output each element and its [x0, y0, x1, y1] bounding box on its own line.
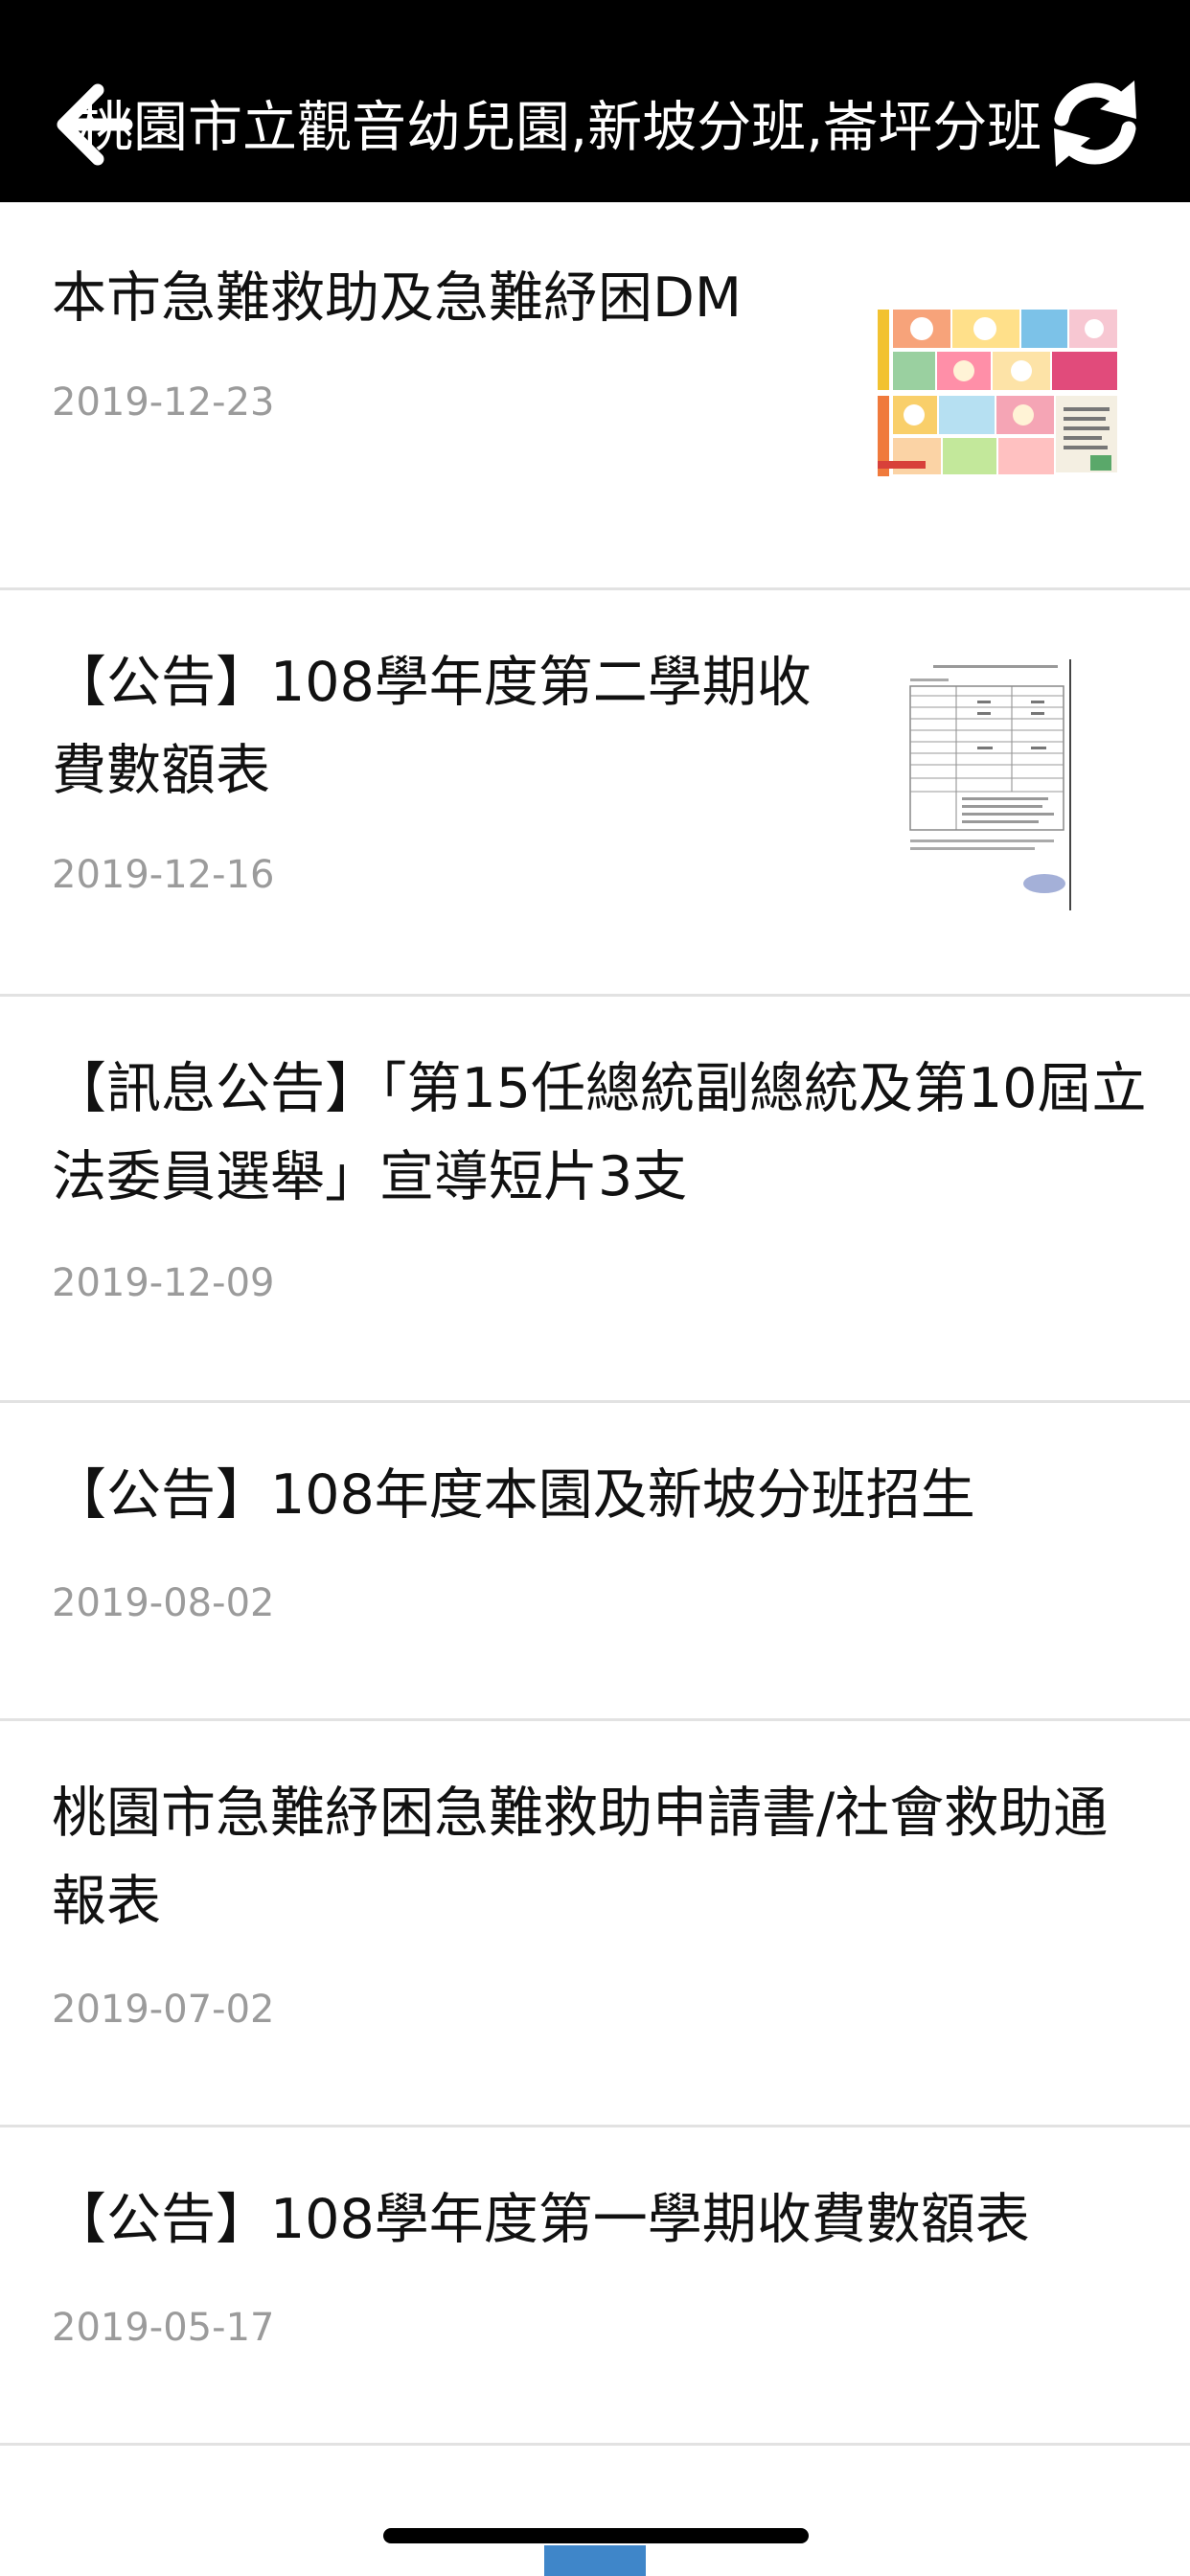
- news-date: 2019-12-09: [52, 1261, 275, 1305]
- back-button[interactable]: [38, 77, 134, 172]
- news-date: 2019-12-16: [52, 853, 275, 897]
- list-item[interactable]: 本市急難救助及急難紓困DM 2019-12-23: [0, 202, 1190, 590]
- comic-flyer-thumbnail: [874, 308, 1119, 478]
- header-bar: 桃園市立觀音幼兒園,新坡分班,崙坪分班: [0, 0, 1190, 202]
- bottom-accent-tab: [544, 2545, 646, 2576]
- news-title: 【訊息公告】「第15任總統副總統及第10屆立法委員選舉」宣導短片3支: [52, 1057, 1147, 1208]
- page-title: 桃園市立觀音幼兒園,新坡分班,崙坪分班: [79, 96, 1042, 159]
- news-title: 桃園市急難紓困急難救助申請書/社會救助通報表: [52, 1782, 1109, 1933]
- news-list-page: 桃園市立觀音幼兒園,新坡分班,崙坪分班 本市急難救助及急難紓困DM 2019-1…: [0, 0, 1190, 2576]
- list-item[interactable]: 【公告】108學年度第一學期收費數額表 2019-05-17: [0, 2128, 1190, 2446]
- fee-table-document-thumbnail: [901, 657, 1092, 910]
- news-list: 本市急難救助及急難紓困DM 2019-12-23 【公告】108學年度第二學期收…: [0, 202, 1190, 2446]
- list-item[interactable]: 【公告】108年度本園及新坡分班招生 2019-08-02: [0, 1403, 1190, 1721]
- news-date: 2019-12-23: [52, 380, 275, 425]
- news-date: 2019-08-02: [52, 1581, 275, 1625]
- news-title: 【公告】108年度本園及新坡分班招生: [52, 1463, 975, 1527]
- home-indicator[interactable]: [383, 2528, 809, 2543]
- list-item[interactable]: 桃園市急難紓困急難救助申請書/社會救助通報表 2019-07-02: [0, 1721, 1190, 2128]
- refresh-icon: [1054, 80, 1136, 167]
- list-item[interactable]: 【公告】108學年度第二學期收費數額表 2019-12-16: [0, 590, 1190, 997]
- news-title: 【公告】108學年度第二學期收費數額表: [52, 651, 812, 802]
- news-date: 2019-07-02: [52, 1988, 275, 2032]
- refresh-button[interactable]: [1042, 71, 1148, 176]
- news-date: 2019-05-17: [52, 2306, 275, 2350]
- news-title: 【公告】108學年度第一學期收費數額表: [52, 2188, 1030, 2251]
- list-item[interactable]: 【訊息公告】「第15任總統副總統及第10屆立法委員選舉」宣導短片3支 2019-…: [0, 997, 1190, 1403]
- arrow-left-icon: [57, 83, 133, 166]
- news-title: 本市急難救助及急難紓困DM: [52, 266, 743, 330]
